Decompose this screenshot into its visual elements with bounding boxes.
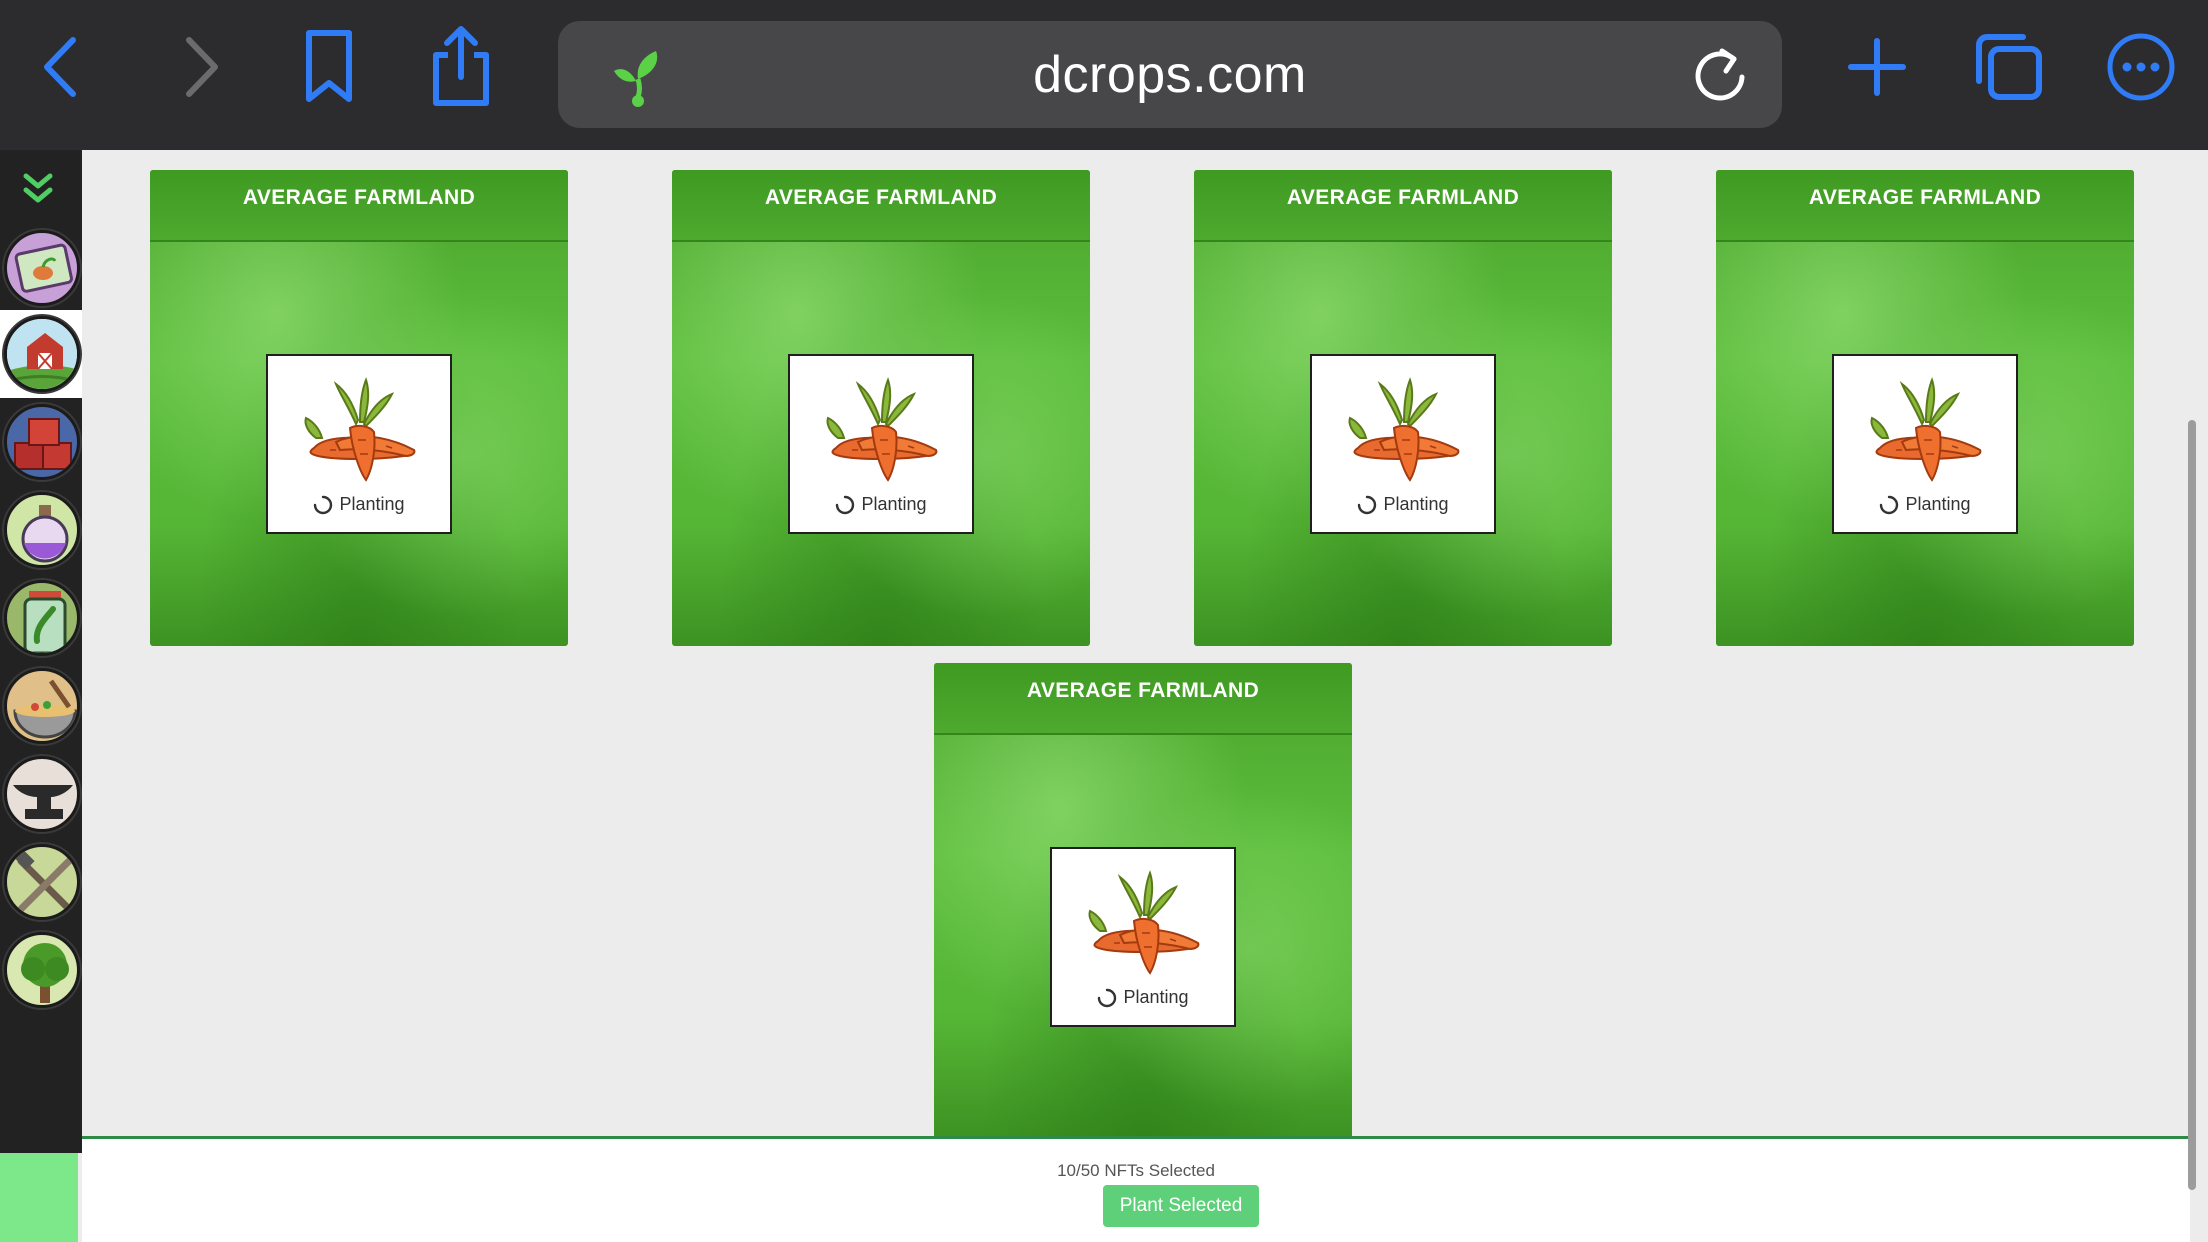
carrot-crop-image (1348, 377, 1460, 482)
farmland-card[interactable]: AVERAGE FARMLAND Planting (672, 170, 1090, 646)
tree-icon[interactable] (4, 932, 80, 1008)
loading-spinner-icon (1880, 495, 1899, 514)
page-scrollbar[interactable] (2188, 420, 2196, 1190)
crop-nft-slot[interactable]: Planting (788, 354, 974, 534)
card-header: AVERAGE FARMLAND (1194, 170, 1612, 242)
crop-status: Planting (790, 494, 972, 515)
card-header: AVERAGE FARMLAND (934, 663, 1352, 735)
farmland-card[interactable]: AVERAGE FARMLAND Planting (1194, 170, 1612, 646)
game-sidebar (0, 150, 82, 1153)
loading-spinner-icon (1098, 988, 1117, 1007)
crop-status-text: Planting (861, 494, 927, 514)
crop-nft-slot[interactable]: Planting (1832, 354, 2018, 534)
loading-spinner-icon (314, 495, 333, 514)
crop-status-text: Planting (1383, 494, 1449, 514)
carrot-crop-image (304, 377, 416, 482)
more-button[interactable] (2096, 22, 2186, 112)
farmland-card[interactable]: AVERAGE FARMLAND Planting (150, 170, 568, 646)
crop-status: Planting (1834, 494, 2016, 515)
carrot-crop-image (826, 377, 938, 482)
farmland-card[interactable]: AVERAGE FARMLAND Planting (1716, 170, 2134, 646)
crop-status: Planting (1052, 987, 1234, 1008)
carrot-crop-image (1088, 870, 1200, 975)
selected-count-text: 10/50 NFTs Selected (1057, 1161, 1215, 1180)
bookmark-icon (306, 30, 352, 102)
anvil-icon[interactable] (4, 756, 80, 832)
farmland-title: AVERAGE FARMLAND (1026, 679, 1260, 702)
jar-icon[interactable] (4, 580, 80, 656)
new-tab-button[interactable] (1832, 22, 1922, 112)
back-icon (44, 37, 76, 97)
tools-icon[interactable] (4, 844, 80, 920)
crop-status: Planting (1312, 494, 1494, 515)
forward-button[interactable] (156, 22, 246, 112)
share-button[interactable] (416, 22, 506, 112)
crop-status-text: Planting (1905, 494, 1971, 514)
tabs-button[interactable] (1964, 22, 2054, 112)
farmland-title: AVERAGE FARMLAND (1286, 186, 1520, 209)
loading-spinner-icon (1358, 495, 1377, 514)
card-header: AVERAGE FARMLAND (150, 170, 568, 242)
reload-icon[interactable] (1688, 43, 1752, 107)
farmland-title: AVERAGE FARMLAND (764, 186, 998, 209)
chevron-double-down-icon[interactable] (18, 168, 58, 208)
crop-nft-slot[interactable]: Planting (1310, 354, 1496, 534)
seed-screen-icon[interactable] (4, 230, 80, 306)
more-icon (2107, 33, 2175, 101)
browser-toolbar: dcrops.com (0, 0, 2208, 150)
farmland-title: AVERAGE FARMLAND (1808, 186, 2042, 209)
crop-nft-slot[interactable]: Planting (266, 354, 452, 534)
loading-spinner-icon (836, 495, 855, 514)
bookmarks-button[interactable] (284, 22, 374, 112)
crates-icon[interactable] (4, 404, 80, 480)
crop-nft-slot[interactable]: Planting (1050, 847, 1236, 1027)
farmland-card[interactable]: AVERAGE FARMLAND Planting (934, 663, 1352, 1136)
carrot-crop-image (1870, 377, 1982, 482)
card-header: AVERAGE FARMLAND (672, 170, 1090, 242)
tabs-icon (1976, 34, 2042, 100)
plant-selected-button[interactable]: Plant Selected (1103, 1185, 1259, 1227)
card-header: AVERAGE FARMLAND (1716, 170, 2134, 242)
cooking-pot-icon[interactable] (4, 668, 80, 744)
forward-icon (186, 37, 218, 97)
potion-icon[interactable] (4, 492, 80, 568)
selection-panel: 10/50 NFTs Selected Plant Selected (82, 1136, 2190, 1242)
plus-icon (1848, 38, 1906, 96)
farm-barn-icon[interactable] (4, 316, 80, 392)
sidebar-footer-block (0, 1153, 78, 1242)
crop-status-text: Planting (339, 494, 405, 514)
url-text: dcrops.com (1033, 45, 1307, 104)
address-bar[interactable]: dcrops.com (558, 21, 1782, 128)
farmland-grid: AVERAGE FARMLAND Planting AVERAGE FARMLA… (82, 150, 2190, 1136)
crop-status: Planting (268, 494, 450, 515)
back-button[interactable] (16, 22, 106, 112)
share-icon (433, 26, 489, 106)
farmland-title: AVERAGE FARMLAND (242, 186, 476, 209)
crop-status-text: Planting (1123, 987, 1189, 1007)
